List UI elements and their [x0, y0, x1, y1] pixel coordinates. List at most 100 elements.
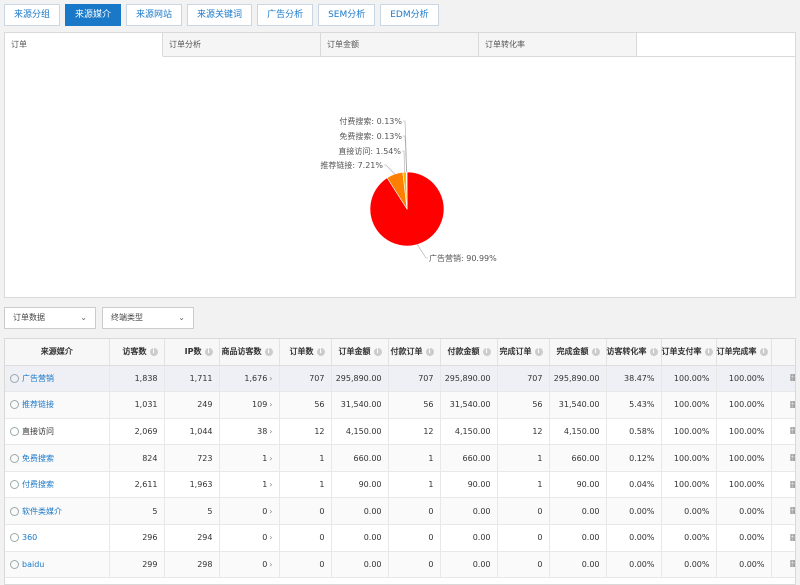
calendar-icon[interactable]: ▦	[790, 400, 795, 410]
cell-value: 0.00%	[684, 506, 710, 516]
filter-dropdown-1[interactable]: 终端类型 ⌄	[102, 307, 194, 329]
calendar-icon[interactable]: ▦	[790, 506, 795, 516]
chart-tab-0[interactable]: 订单	[5, 33, 163, 57]
table-cell: 100.00%	[716, 365, 772, 393]
cell-value: 1	[319, 453, 325, 463]
column-header-2[interactable]: IP数 i	[164, 339, 220, 366]
column-header-label: 订单完成率	[716, 347, 757, 357]
top-nav: 来源分组 来源媒介 来源网站 来源关键词 广告分析 SEM分析 EDM分析	[4, 4, 439, 26]
table-cell: 0	[279, 524, 332, 552]
detail-cell: ▦▤◷	[771, 551, 795, 579]
source-name[interactable]: 付费搜索	[22, 480, 54, 489]
source-name[interactable]: 广告营销	[22, 374, 54, 383]
source-name[interactable]: 推荐链接	[22, 400, 54, 409]
table-cell: 0.00	[331, 524, 389, 552]
info-icon[interactable]: i	[373, 347, 382, 356]
chevron-right-icon[interactable]: ›	[269, 560, 272, 569]
info-icon[interactable]: i	[425, 347, 434, 356]
table-cell: 0 ›	[219, 551, 280, 579]
calendar-icon[interactable]: ▦	[790, 559, 795, 569]
calendar-icon[interactable]: ▦	[790, 426, 795, 436]
calendar-icon[interactable]: ▦	[790, 453, 795, 463]
clock-icon[interactable]	[10, 480, 19, 490]
clock-icon[interactable]	[10, 373, 19, 383]
info-icon[interactable]: i	[149, 347, 158, 356]
cell-value: 1,676	[244, 373, 268, 383]
cell-value: 0.00	[363, 559, 382, 569]
cell-value: 707	[527, 373, 543, 383]
chevron-right-icon[interactable]: ›	[269, 400, 272, 409]
table-cell: 249	[164, 391, 220, 419]
nav-tab-2[interactable]: 来源网站	[126, 4, 183, 26]
nav-tab-6[interactable]: EDM分析	[380, 4, 439, 26]
source-name[interactable]: 软件类媒介	[22, 507, 62, 516]
cell-value: 1	[537, 480, 543, 490]
clock-icon[interactable]	[10, 533, 19, 543]
source-name[interactable]: 360	[22, 533, 37, 542]
nav-tab-0[interactable]: 来源分组	[4, 4, 61, 26]
column-header-11[interactable]: 订单支付率 i	[661, 339, 717, 366]
clock-icon[interactable]	[10, 559, 19, 569]
column-header-7[interactable]: 付款金额 i	[440, 339, 498, 366]
info-icon[interactable]: i	[704, 347, 713, 356]
cell-value: 0.58%	[629, 426, 655, 436]
column-header-10[interactable]: 访客转化率 i	[606, 339, 662, 366]
column-header-3[interactable]: 商品访客数 i	[219, 339, 280, 366]
table-cell: 295,890.00	[549, 365, 607, 393]
chevron-right-icon[interactable]: ›	[269, 480, 272, 489]
source-name[interactable]: 免费搜索	[22, 454, 54, 463]
nav-tab-1[interactable]: 来源媒介	[65, 4, 122, 26]
column-header-6[interactable]: 付款订单 i	[388, 339, 441, 366]
info-icon[interactable]: i	[759, 347, 768, 356]
info-icon[interactable]: i	[649, 347, 658, 356]
cell-value: 100.00%	[673, 453, 710, 463]
clock-icon[interactable]	[10, 400, 19, 410]
chart-tab-1[interactable]: 订单分析	[163, 33, 321, 57]
info-icon[interactable]: i	[264, 347, 273, 356]
cell-value: 1	[319, 480, 325, 490]
chart-tab-2[interactable]: 订单金额	[321, 33, 479, 57]
chevron-right-icon[interactable]: ›	[269, 454, 272, 463]
info-icon[interactable]: i	[316, 347, 325, 356]
column-header-1[interactable]: 访客数 i	[109, 339, 165, 366]
source-cell: 付费搜索	[5, 471, 110, 499]
cell-value: 12	[532, 426, 543, 436]
chart-tab-3[interactable]: 订单转化率	[479, 33, 637, 57]
nav-tab-3[interactable]: 来源关键词	[187, 4, 253, 26]
cell-value: 100.00%	[673, 426, 710, 436]
table-cell: 100.00%	[716, 391, 772, 419]
column-header-5[interactable]: 订单金额 i	[331, 339, 389, 366]
info-icon[interactable]: i	[204, 347, 213, 356]
table-cell: 296	[109, 524, 165, 552]
clock-icon[interactable]	[10, 506, 19, 516]
cell-value: 100.00%	[728, 426, 765, 436]
nav-tab-5[interactable]: SEM分析	[318, 4, 376, 26]
info-icon[interactable]: i	[591, 347, 600, 356]
column-header-12[interactable]: 订单完成率 i	[716, 339, 772, 366]
column-header-9[interactable]: 完成金额 i	[549, 339, 607, 366]
nav-tab-4[interactable]: 广告分析	[257, 4, 314, 26]
clock-icon[interactable]	[10, 426, 19, 436]
info-icon[interactable]: i	[534, 347, 543, 356]
table-cell: 2,069	[109, 418, 165, 446]
cell-value: 0	[262, 533, 268, 543]
table-cell: 0.00%	[716, 524, 772, 552]
table-cell: 0.00	[549, 497, 607, 526]
chevron-right-icon[interactable]: ›	[269, 427, 272, 436]
calendar-icon[interactable]: ▦	[790, 533, 795, 543]
chevron-right-icon[interactable]: ›	[269, 507, 272, 516]
column-header-0: 来源媒介	[5, 339, 110, 366]
table-cell: 4,150.00	[331, 418, 389, 446]
column-header-label: 订单数	[289, 347, 314, 357]
calendar-icon[interactable]: ▦	[790, 373, 795, 383]
table-cell: 1 ›	[219, 471, 280, 499]
filter-dropdown-0[interactable]: 订单数据 ⌄	[4, 307, 96, 329]
chevron-right-icon[interactable]: ›	[269, 533, 272, 542]
info-icon[interactable]: i	[482, 347, 491, 356]
clock-icon[interactable]	[10, 453, 19, 463]
column-header-4[interactable]: 订单数 i	[279, 339, 332, 366]
chevron-right-icon[interactable]: ›	[269, 374, 272, 383]
source-name[interactable]: baidu	[22, 560, 44, 569]
column-header-8[interactable]: 完成订单 i	[497, 339, 550, 366]
calendar-icon[interactable]: ▦	[790, 480, 795, 490]
